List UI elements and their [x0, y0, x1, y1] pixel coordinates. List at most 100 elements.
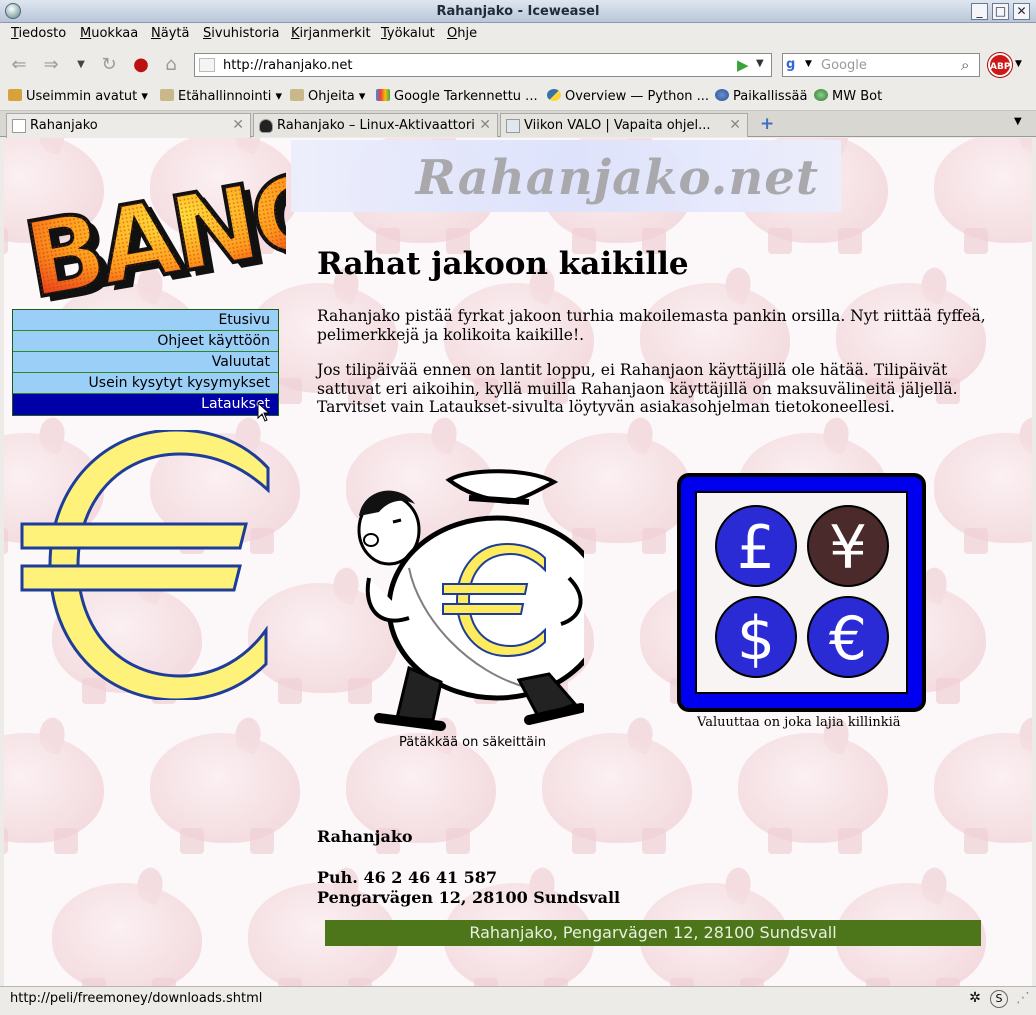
folder-icon	[290, 89, 304, 101]
url-bar[interactable]: http://rahanjako.net ▶ ▼	[194, 53, 772, 77]
pound-sign-icon: £	[737, 513, 775, 583]
window-titlebar: Rahanjako - Iceweasel _ □ ✕	[0, 0, 1036, 23]
search-box[interactable]: g ▼ Google ⌕	[782, 53, 980, 77]
piggy-bank-icon	[1022, 258, 1032, 408]
euro-sign-icon: €	[829, 604, 867, 674]
maximize-button[interactable]: □	[992, 3, 1009, 20]
piggy-bank-icon	[1022, 858, 1032, 986]
bookmark-mw-bot[interactable]: MW Bot	[814, 89, 882, 104]
piggy-bank-icon	[42, 858, 212, 986]
nav-link-etusivu[interactable]: Etusivu	[13, 310, 278, 331]
piggy-bank-icon	[1022, 558, 1032, 708]
site-header-banner: Rahanjako.net	[291, 140, 841, 212]
menu-tyokalut[interactable]: Työkalut	[381, 26, 435, 41]
tab-viikon-valo[interactable]: Viikon VALO | Vapaita ohjel... ✕	[500, 113, 748, 137]
mouse-pointer-icon	[257, 402, 271, 422]
bookmark-python-overview[interactable]: Overview — Python ...	[547, 89, 709, 104]
tux-icon	[259, 119, 273, 133]
folder-star-icon	[8, 89, 22, 101]
bot-icon	[814, 89, 828, 101]
reload-icon[interactable]: ↻	[98, 54, 120, 76]
tab-close-icon[interactable]: ✕	[729, 117, 741, 133]
menu-nayta[interactable]: Näytä	[151, 26, 189, 41]
window-title: Rahanjako - Iceweasel	[436, 4, 600, 19]
url-text[interactable]: http://rahanjako.net	[223, 58, 352, 73]
tab-close-icon[interactable]: ✕	[479, 117, 491, 133]
engine-dropdown-icon[interactable]: ▼	[805, 59, 812, 69]
resize-grip-icon[interactable]: ⋰	[1014, 990, 1032, 1008]
piggy-bank-icon	[4, 708, 114, 858]
minimize-button[interactable]: _	[971, 3, 988, 20]
tab-close-icon[interactable]: ✕	[232, 117, 244, 133]
page-viewport: Rahanjako.net BANG BANG BANG Etusivu Ohj…	[4, 138, 1032, 986]
yen-sign-icon: ¥	[829, 513, 867, 583]
tab-linux-aktivaattori[interactable]: Rahanjako – Linux-Aktivaattori ✕	[253, 113, 498, 137]
menu-kirjanmerkit[interactable]: Kirjanmerkit	[291, 26, 371, 41]
tab-rahanjako[interactable]: Rahanjako ✕	[6, 113, 251, 138]
go-arrow-icon[interactable]: ▶	[737, 56, 749, 74]
menu-ohje[interactable]: Ohje	[447, 26, 477, 41]
forward-arrow-icon[interactable]: ⇒	[40, 54, 62, 76]
google-engine-icon[interactable]: g	[786, 57, 804, 73]
contact-phone: Puh. 46 2 46 41 587	[317, 868, 498, 887]
page-heading: Rahat jakoon kaikille	[317, 246, 689, 282]
nav-link-ohjeet-kayttoon[interactable]: Ohjeet käyttöön	[13, 331, 278, 352]
money-bag-man-illustration	[357, 469, 584, 731]
globe-icon	[715, 89, 729, 101]
status-bar: http://peli/freemoney/downloads.shtml ✲ …	[0, 986, 1036, 1015]
intro-paragraph: Rahanjako pistää fyrkat jakoon turhia ma…	[317, 307, 986, 344]
history-dropdown-icon[interactable]: ▼	[70, 54, 92, 76]
nav-link-usein-kysytyt[interactable]: Usein kysytyt kysymykset	[13, 373, 278, 394]
folder-icon	[160, 89, 174, 101]
menubar: Tiedosto Muokkaa Näytä Sivuhistoria Kirj…	[0, 23, 1036, 45]
contact-address: Pengarvägen 12, 28100 Sundsvall	[317, 888, 621, 907]
status-s-icon[interactable]: S	[990, 990, 1008, 1008]
menu-muokkaa[interactable]: Muokkaa	[80, 26, 138, 41]
search-placeholder[interactable]: Google	[821, 58, 867, 73]
money-bag-caption: Pätäkkää on säkeittäin	[399, 735, 546, 750]
python-icon	[547, 89, 561, 101]
adblock-dropdown-icon[interactable]: ▼	[1015, 59, 1022, 69]
navigation-toolbar: ⇐ ⇒ ▼ ↻ ● ⌂ http://rahanjako.net ▶ ▼ g ▼…	[0, 45, 1036, 85]
bookmark-etahallinnointi[interactable]: Etähallinnointi ▾	[160, 89, 282, 104]
tab-strip: Rahanjako ✕ Rahanjako – Linux-Aktivaatto…	[0, 111, 1036, 138]
piggy-bank-icon	[728, 708, 898, 858]
search-magnifier-icon[interactable]: ⌕	[961, 56, 969, 74]
adblock-plus-icon[interactable]: ABP	[988, 53, 1012, 77]
stop-icon[interactable]: ●	[130, 54, 152, 76]
euro-sign-illustration	[20, 430, 270, 700]
tab-list-dropdown-icon[interactable]: ▼	[1014, 116, 1022, 127]
piggy-bank-icon	[924, 408, 1032, 558]
valo-icon	[506, 119, 520, 133]
site-name: Rahanjako.net	[415, 150, 819, 206]
tab-favicon-icon	[12, 119, 26, 133]
details-paragraph: Jos tilipäivää ennen on lantit loppu, ei…	[317, 361, 958, 416]
piggy-bank-icon	[140, 708, 310, 858]
piggy-bank-icon	[924, 138, 1032, 258]
nav-link-valuutat[interactable]: Valuutat	[13, 352, 278, 373]
bookmarks-toolbar: Useimmin avatut ▾ Etähallinnointi ▾ Ohje…	[0, 85, 1036, 111]
bookmark-ohjeita[interactable]: Ohjeita ▾	[290, 89, 365, 104]
new-tab-plus-icon[interactable]: +	[760, 114, 774, 134]
bang-logo: BANG BANG BANG	[14, 146, 286, 304]
close-window-button[interactable]: ✕	[1013, 3, 1030, 20]
piggy-bank-icon	[924, 708, 1032, 858]
bookmark-paikallissaa[interactable]: Paikallissää	[715, 89, 807, 104]
currency-caption: Valuuttaa on joka lajia killinkiä	[697, 715, 901, 730]
window-frame-right	[1032, 138, 1036, 986]
home-icon[interactable]: ⌂	[160, 54, 182, 76]
currency-symbols-illustration: £ ¥ $ €	[677, 473, 926, 712]
bang-dots-text: BANG	[16, 148, 286, 304]
page-footer: Rahanjako, Pengarvägen 12, 28100 Sundsva…	[325, 920, 981, 946]
nav-link-lataukset[interactable]: Lataukset	[13, 394, 278, 415]
bookmark-useimmin-avatut[interactable]: Useimmin avatut ▾	[8, 89, 148, 104]
back-arrow-icon[interactable]: ⇐	[8, 54, 30, 76]
bookmark-google-tarkennettu[interactable]: Google Tarkennettu ...	[376, 89, 538, 104]
menu-tiedosto[interactable]: Tiedosto	[11, 26, 66, 41]
google-icon	[376, 89, 390, 101]
dollar-sign-icon: $	[737, 604, 775, 674]
menu-sivuhistoria[interactable]: Sivuhistoria	[203, 26, 279, 41]
firebug-bug-icon[interactable]: ✲	[966, 990, 984, 1008]
url-dropdown-icon[interactable]: ▼	[756, 58, 764, 69]
status-text: http://peli/freemoney/downloads.shtml	[10, 991, 263, 1006]
